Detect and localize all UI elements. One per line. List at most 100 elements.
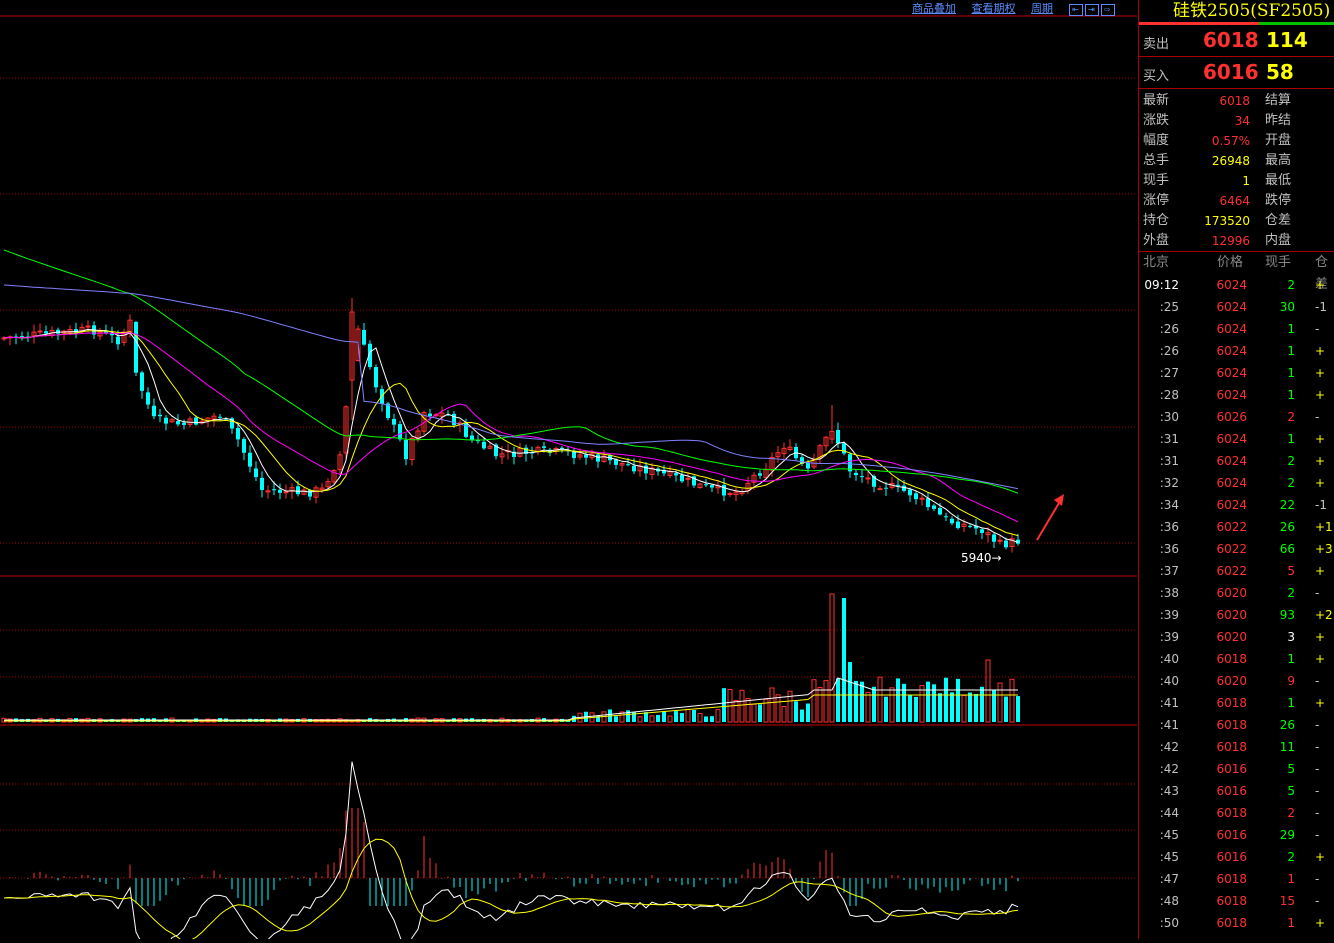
tick-row[interactable]: :50 6018 1 + xyxy=(1139,912,1334,934)
candle-body xyxy=(902,485,906,491)
tick-row[interactable]: :26 6024 1 - xyxy=(1139,318,1334,340)
volume-bar xyxy=(919,684,925,723)
stat-value: 6464 xyxy=(1219,194,1250,208)
tick-row[interactable]: :39 6020 93 +2 xyxy=(1139,604,1334,626)
tick-price: 6024 xyxy=(1216,322,1247,336)
tick-row[interactable]: :45 6016 2 + xyxy=(1139,846,1334,868)
tick-row[interactable]: :38 6020 2 - xyxy=(1139,582,1334,604)
tick-time: :25 xyxy=(1159,300,1179,314)
right-last-icon[interactable]: ⇨ xyxy=(1100,4,1115,16)
tick-qty: 30 xyxy=(1279,300,1295,314)
candle-body xyxy=(362,329,366,345)
kline-chart-area[interactable]: 5940→ xyxy=(0,0,1137,943)
tick-row[interactable]: :44 6018 2 - xyxy=(1139,802,1334,824)
tick-qty: 15 xyxy=(1279,894,1295,908)
tick-price: 6018 xyxy=(1216,872,1247,886)
stat-row: 涨跌 34 昨结 xyxy=(1139,111,1334,131)
tick-row[interactable]: :42 6016 5 - xyxy=(1139,758,1334,780)
ticks-header-qty: 现手 xyxy=(1265,255,1292,270)
volume-bar xyxy=(854,680,858,722)
stat-value: 34 xyxy=(1234,114,1250,128)
tick-price: 6018 xyxy=(1216,894,1247,908)
tick-change: -1 xyxy=(1315,300,1327,314)
tick-row[interactable]: 09:12 6024 2 + xyxy=(1139,274,1334,296)
tick-qty: 5 xyxy=(1287,564,1295,578)
tick-change: -1 xyxy=(1315,498,1327,512)
overlay-commodity-link[interactable]: 商品叠加 xyxy=(912,2,956,15)
tick-qty: 2 xyxy=(1287,454,1295,468)
tick-row[interactable]: :41 6018 1 + xyxy=(1139,692,1334,714)
volume-bar xyxy=(697,713,703,723)
candle-body xyxy=(572,451,576,459)
chart-toolbar: 商品叠加 查看期权 周期 ⇤ ⇥ ⇨ xyxy=(912,0,1117,16)
candle-body xyxy=(956,521,960,529)
tick-change: - xyxy=(1315,806,1320,820)
candle-body xyxy=(308,490,312,497)
tick-row[interactable]: :27 6024 1 + xyxy=(1139,362,1334,384)
candle-body xyxy=(938,508,942,515)
tick-time: :30 xyxy=(1159,410,1179,424)
volume-bar xyxy=(865,691,871,723)
candle-body xyxy=(919,497,925,500)
tick-row[interactable]: :34 6024 22 -1 xyxy=(1139,494,1334,516)
candle-body xyxy=(260,477,264,490)
tick-row[interactable]: :40 6020 9 - xyxy=(1139,670,1334,692)
volume-bar xyxy=(842,598,846,722)
sell-quote-row[interactable]: 卖出 6018 114 xyxy=(1139,25,1334,57)
tick-qty: 2 xyxy=(1287,410,1295,424)
tick-price: 6016 xyxy=(1216,850,1247,864)
volume-bar xyxy=(884,696,888,722)
stat-label-2: 跌停 xyxy=(1265,193,1292,208)
tick-qty: 2 xyxy=(1287,806,1295,820)
kline-chart-svg[interactable]: 5940→ xyxy=(0,0,1137,943)
tick-time: :47 xyxy=(1159,872,1179,886)
candle-body xyxy=(944,516,948,518)
candle-body xyxy=(614,459,618,465)
tick-change: - xyxy=(1315,586,1320,600)
tick-qty: 22 xyxy=(1279,498,1295,512)
volume-bar xyxy=(649,715,655,723)
volume-bar xyxy=(938,693,942,722)
buy-quote-row[interactable]: 买入 6016 58 xyxy=(1139,57,1334,89)
tick-row[interactable]: :25 6024 30 -1 xyxy=(1139,296,1334,318)
tick-row[interactable]: :42 6018 11 - xyxy=(1139,736,1334,758)
tick-qty: 1 xyxy=(1287,344,1295,358)
tick-row[interactable]: :30 6026 2 - xyxy=(1139,406,1334,428)
tick-change: + xyxy=(1315,344,1326,358)
tick-row[interactable]: :36 6022 26 +1 xyxy=(1139,516,1334,538)
tick-qty: 26 xyxy=(1279,520,1295,534)
tick-row[interactable]: :43 6016 5 - xyxy=(1139,780,1334,802)
ticks-list[interactable]: 09:12 6024 2 +:25 6024 30 -1:26 6024 1-:26 6024 1 +… xyxy=(1139,274,1334,934)
volume-bar xyxy=(896,678,900,722)
tick-row[interactable]: :36 6022 66 +3 xyxy=(1139,538,1334,560)
stat-value: 1 xyxy=(1242,174,1250,188)
tick-price: 6024 xyxy=(1216,454,1247,468)
tick-row[interactable]: :48 6018 15 - xyxy=(1139,890,1334,912)
period-link[interactable]: 周期 xyxy=(1031,2,1053,15)
candle-body xyxy=(727,493,733,496)
tick-row[interactable]: :37 6022 5 + xyxy=(1139,560,1334,582)
stat-label: 涨停 xyxy=(1143,193,1170,208)
left-first-icon[interactable]: ⇤ xyxy=(1068,4,1083,16)
right-arrow-icon[interactable]: ⇥ xyxy=(1084,4,1099,16)
tick-row[interactable]: :31 6024 2 + xyxy=(1139,450,1334,472)
tick-row[interactable]: :40 6018 1 + xyxy=(1139,648,1334,670)
tick-row[interactable]: :32 6024 2 + xyxy=(1139,472,1334,494)
volume-bar xyxy=(733,699,739,723)
view-options-link[interactable]: 查看期权 xyxy=(972,2,1016,15)
tick-price: 6024 xyxy=(1216,432,1247,446)
tick-row[interactable]: :39 6020 3 + xyxy=(1139,626,1334,648)
tick-row[interactable]: :41 6018 26 - xyxy=(1139,714,1334,736)
candle-body xyxy=(632,465,636,472)
tick-row[interactable]: :45 6016 29 - xyxy=(1139,824,1334,846)
tick-time: :41 xyxy=(1159,718,1179,732)
tick-row[interactable]: :47 6018 1 - xyxy=(1139,868,1334,890)
tick-price: 6016 xyxy=(1216,762,1247,776)
tick-row[interactable]: :31 6024 1 + xyxy=(1139,428,1334,450)
candle-body xyxy=(806,462,810,469)
tick-time: :31 xyxy=(1159,454,1179,468)
candle-body xyxy=(110,333,114,336)
tick-row[interactable]: :26 6024 1 + xyxy=(1139,340,1334,362)
tick-change: + xyxy=(1315,366,1326,380)
tick-row[interactable]: :28 6024 1 + xyxy=(1139,384,1334,406)
